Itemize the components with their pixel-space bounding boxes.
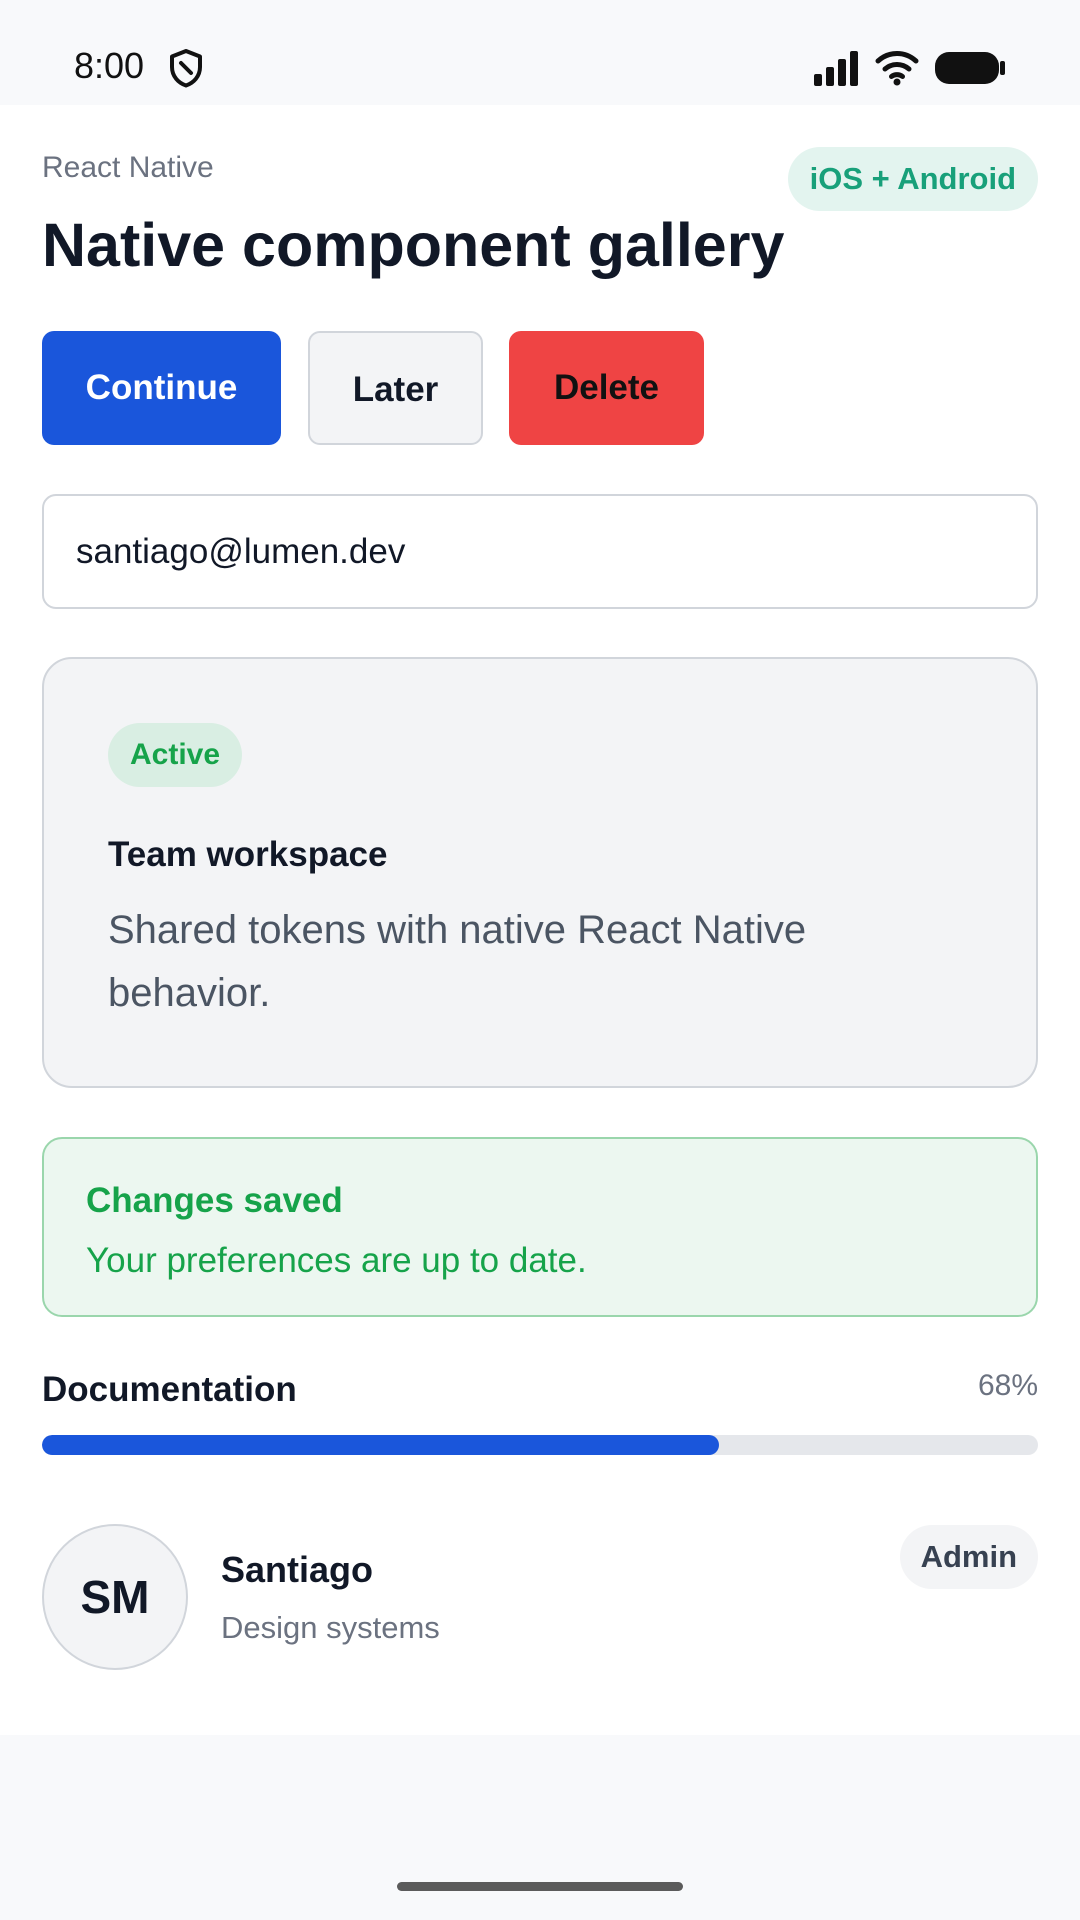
- wifi-icon: [875, 51, 919, 86]
- screen-content: React Native iOS + Android Native compon…: [0, 105, 1080, 1735]
- battery-icon: [935, 52, 1005, 84]
- status-bar: 8:00: [0, 0, 1080, 105]
- continue-button[interactable]: Continue: [42, 331, 281, 445]
- progress-bar: [42, 1435, 1038, 1455]
- signal-icon: [814, 51, 858, 86]
- alert-title: Changes saved: [86, 1181, 343, 1220]
- status-time: 8:00: [74, 45, 145, 86]
- home-indicator[interactable]: [397, 1882, 683, 1891]
- email-field[interactable]: santiago@lumen.dev: [42, 494, 1038, 609]
- framework-label: React Native: [42, 151, 214, 184]
- platform-badge: iOS + Android: [787, 147, 1038, 211]
- card-description: Shared tokens with native React Native b…: [108, 908, 807, 1015]
- progress-bar-fill: [42, 1435, 720, 1455]
- card-title: Team workspace: [108, 835, 388, 874]
- user-team: Design systems: [221, 1610, 440, 1645]
- progress-percent: 68%: [977, 1369, 1038, 1402]
- workspace-card: Active Team workspace Shared tokens with…: [42, 657, 1038, 1088]
- page-title: Native component gallery: [42, 211, 785, 279]
- progress-label: Documentation: [42, 1370, 297, 1409]
- avatar: SM: [42, 1524, 188, 1670]
- shield-icon: [170, 49, 202, 88]
- success-alert: Changes saved Your preferences are up to…: [42, 1137, 1038, 1317]
- status-badge: Active: [108, 723, 243, 787]
- alert-message: Your preferences are up to date.: [86, 1241, 587, 1280]
- later-button[interactable]: Later: [308, 331, 483, 445]
- user-name: Santiago: [221, 1549, 374, 1590]
- role-badge: Admin: [899, 1525, 1038, 1589]
- delete-button[interactable]: Delete: [509, 331, 704, 445]
